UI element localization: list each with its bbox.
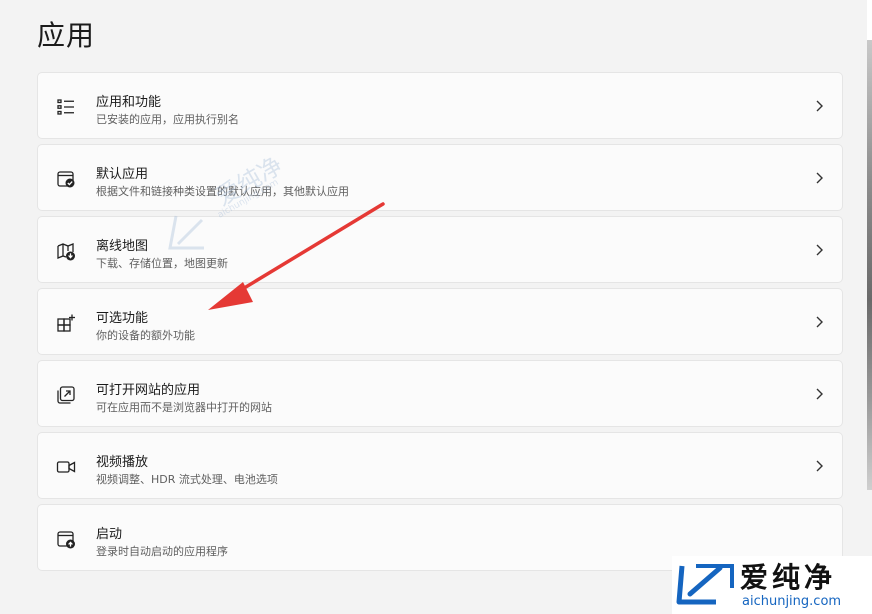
watermark-corner: 爱纯净 aichunjing.com <box>672 556 872 614</box>
card-title: 离线地图 <box>96 239 149 254</box>
background-window-edge <box>867 0 872 490</box>
chevron-right-icon <box>814 315 824 329</box>
card-description: 登录时自动启动的应用程序 <box>96 545 228 558</box>
default-apps-icon <box>56 169 76 189</box>
apps-list-icon <box>56 97 76 117</box>
card-description: 视频调整、HDR 流式处理、电池选项 <box>96 473 278 486</box>
card-title: 可打开网站的应用 <box>96 383 201 398</box>
brand-logo-icon <box>676 564 734 605</box>
chevron-right-icon <box>814 171 824 185</box>
offline-maps-icon <box>56 241 76 261</box>
default-apps-card[interactable]: 默认应用 根据文件和链接种类设置的默认应用，其他默认应用 <box>37 144 843 211</box>
offline-maps-card[interactable]: 离线地图 下载、存储位置，地图更新 <box>37 216 843 283</box>
card-title: 应用和功能 <box>96 95 162 110</box>
apps-for-websites-icon <box>56 385 76 405</box>
card-description: 可在应用而不是浏览器中打开的网站 <box>96 401 272 414</box>
optional-features-icon <box>56 313 76 333</box>
startup-icon <box>56 529 76 549</box>
chevron-right-icon <box>814 459 824 473</box>
card-title: 默认应用 <box>96 167 149 182</box>
apps-and-features-card[interactable]: 应用和功能 已安装的应用，应用执行别名 <box>37 72 843 139</box>
video-playback-icon <box>56 457 76 477</box>
card-description: 下载、存储位置，地图更新 <box>96 257 228 270</box>
card-description: 根据文件和链接种类设置的默认应用，其他默认应用 <box>96 185 349 198</box>
apps-for-websites-card[interactable]: 可打开网站的应用 可在应用而不是浏览器中打开的网站 <box>37 360 843 427</box>
page-title: 应用 <box>37 19 96 52</box>
video-playback-card[interactable]: 视频播放 视频调整、HDR 流式处理、电池选项 <box>37 432 843 499</box>
watermark-brand: 爱纯净 <box>740 561 837 594</box>
card-title: 启动 <box>96 527 123 542</box>
chevron-right-icon <box>814 243 824 257</box>
card-title: 视频播放 <box>96 455 149 470</box>
chevron-right-icon <box>814 387 824 401</box>
card-title: 可选功能 <box>96 311 149 326</box>
settings-list: 应用和功能 已安装的应用，应用执行别名 默认应用 根据文件和链接种类设置的默认应… <box>37 72 843 571</box>
card-description: 你的设备的额外功能 <box>96 329 195 342</box>
optional-features-card[interactable]: 可选功能 你的设备的额外功能 <box>37 288 843 355</box>
card-description: 已安装的应用，应用执行别名 <box>96 113 239 126</box>
watermark-url: aichunjing.com <box>742 594 842 609</box>
chevron-right-icon <box>814 99 824 113</box>
